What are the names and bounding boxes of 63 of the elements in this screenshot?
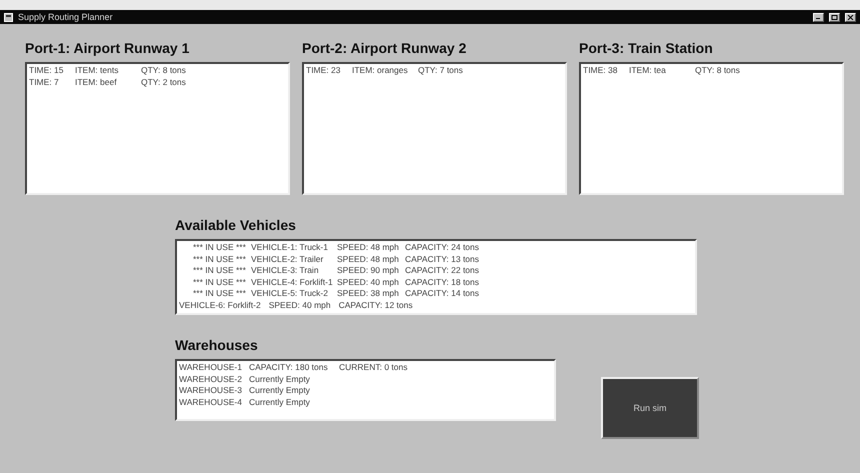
in-use-text: *** IN USE ***: [192, 254, 247, 265]
capacity-text: CAPACITY: 22 tons: [405, 265, 480, 276]
speed-text: SPEED: 38 mph: [337, 288, 400, 300]
warehouse-name: WAREHOUSE-4: [179, 396, 243, 408]
close-icon: [847, 14, 854, 20]
vehicle-row[interactable]: *** IN USE *** VEHICLE-4: Forklift-1 SPEED: 40 mph CAPACITY: 18 tons: [179, 276, 693, 288]
vehicle-text: VEHICLE-3: Train: [251, 265, 320, 276]
time-text: TIME: 23: [306, 65, 342, 76]
warehouse-info: CURRENT: 0 tons: [339, 362, 408, 374]
vehicle-row[interactable]: *** IN USE *** VEHICLE-2: Trailer SPEED: 48 mph CAPACITY: 13 tons: [179, 254, 693, 265]
capacity-text: CAPACITY: 18 tons: [405, 276, 480, 288]
vehicle-row[interactable]: VEHICLE-6: Forklift-2 SPEED: 40 mph CAPACITY: 12 tons: [179, 300, 693, 311]
in-use-text: *** IN USE ***: [192, 288, 247, 300]
vehicle-row[interactable]: *** IN USE *** VEHICLE-5: Truck-2 SPEED: 38 mph CAPACITY: 14 tons: [179, 288, 693, 300]
vehicle-text: VEHICLE-2: Trailer: [251, 254, 324, 265]
in-use-text: *** IN USE ***: [192, 265, 247, 276]
quantity-text: QTY: 7 tons: [418, 65, 463, 76]
speed-text: SPEED: 48 mph: [337, 242, 400, 254]
run-button[interactable]: Run sim: [601, 377, 699, 439]
vehicle-text: VEHICLE-4: Forklift-1: [251, 276, 334, 288]
speed-text: SPEED: 48 mph: [337, 254, 400, 265]
item-text: ITEM: tents: [75, 65, 120, 76]
speed-text: SPEED: 90 mph: [337, 265, 400, 276]
port-heading: Port-2: Airport Runway 2: [302, 40, 468, 56]
speed-text: SPEED: 40 mph: [268, 300, 331, 311]
warehouse-info: Currently Empty: [249, 374, 311, 385]
capacity-text: CAPACITY: 24 tons: [405, 242, 480, 254]
close-button[interactable]: [845, 12, 856, 22]
in-use-text: *** IN USE ***: [192, 276, 247, 288]
speed-text: SPEED: 40 mph: [337, 276, 400, 288]
capacity-text: CAPACITY: 13 tons: [405, 254, 480, 265]
warehouse-name: WAREHOUSE-1: [179, 362, 243, 374]
port-heading: Port-1: Airport Runway 1: [25, 40, 190, 56]
vehicles-heading: Available Vehicles: [175, 217, 297, 233]
quantity-text: QTY: 8 tons: [695, 65, 740, 76]
vehicle-row[interactable]: *** IN USE *** VEHICLE-1: Truck-1 SPEED: 48 mph CAPACITY: 24 tons: [179, 242, 693, 254]
capacity-text: CAPACITY: 14 tons: [405, 288, 480, 300]
in-use-text: *** IN USE ***: [192, 242, 247, 254]
port-heading: Port-3: Train Station: [579, 40, 714, 56]
warehouse-info: Currently Empty: [249, 396, 311, 408]
vehicle-text: VEHICLE-1: Truck-1: [251, 242, 329, 254]
warehouses-heading: Warehouses: [175, 337, 259, 353]
time-text: TIME: 15: [29, 65, 64, 76]
vehicle-row[interactable]: *** IN USE *** VEHICLE-3: Train SPEED: 90 mph CAPACITY: 22 tons: [179, 265, 693, 276]
app-icon: [4, 12, 13, 22]
maximize-button[interactable]: [829, 12, 840, 22]
capacity-text: CAPACITY: 12 tons: [338, 300, 413, 311]
vehicle-text: VEHICLE-5: Truck-2: [251, 288, 329, 300]
item-text: ITEM: tea: [629, 65, 667, 76]
window-title: Supply Routing Planner: [18, 12, 113, 22]
minimize-button[interactable]: [813, 12, 824, 22]
item-text: ITEM: beef: [75, 76, 118, 88]
warehouse-info: CAPACITY: 180 tons: [249, 362, 329, 374]
warehouse-info: Currently Empty: [249, 385, 311, 396]
time-text: TIME: 38: [583, 65, 618, 76]
item-text: ITEM: oranges: [352, 65, 409, 76]
maximize-icon: [831, 14, 838, 20]
vehicle-text: VEHICLE-6: Forklift-2: [179, 300, 261, 311]
warehouse-name: WAREHOUSE-3: [179, 385, 243, 396]
quantity-text: QTY: 8 tons: [141, 65, 186, 76]
time-text: TIME: 7: [29, 76, 60, 88]
quantity-text: QTY: 2 tons: [141, 76, 186, 88]
warehouse-name: WAREHOUSE-2: [179, 374, 243, 385]
